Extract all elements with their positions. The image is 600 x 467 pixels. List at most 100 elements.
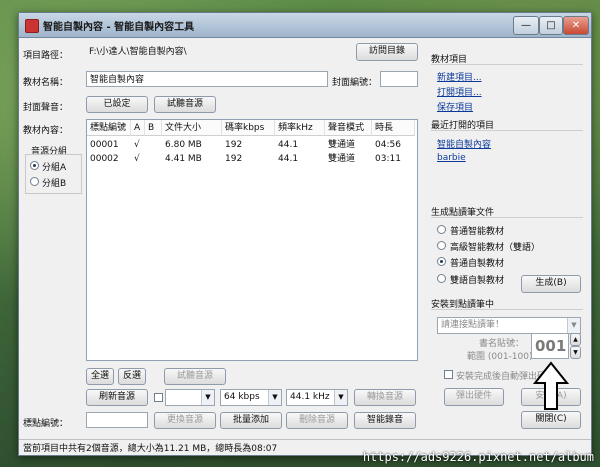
cell-b <box>145 138 148 152</box>
open-project-link[interactable]: 打開項目... <box>437 85 482 98</box>
cell-sound-mode: 雙通道 <box>328 154 356 164</box>
spin-down-icon[interactable]: ▼ <box>570 346 581 359</box>
cell-file-size: 4.41 MB <box>165 154 202 164</box>
cell-file-size: 6.80 MB <box>165 140 202 150</box>
cell-duration: 04:56 <box>375 140 401 150</box>
col-header-frequency[interactable]: 頻率kHz <box>275 120 325 136</box>
cell-sound-mode: 雙通道 <box>328 140 356 150</box>
close-dialog-button[interactable]: 關閉(C) <box>521 411 581 429</box>
material-name-label: 教材名稱： <box>23 78 69 88</box>
title-bar: 智能自製內容 - 智能自製內容工具 — □ ✕ <box>19 13 591 38</box>
invert-selection-button[interactable]: 反選 <box>118 368 146 385</box>
cell-frequency: 44.1 <box>278 154 299 164</box>
convert-checkbox[interactable] <box>154 393 163 402</box>
refresh-source-button[interactable]: 刷新音源 <box>86 389 148 406</box>
path-label: 項目路徑： <box>23 51 69 61</box>
select-all-button[interactable]: 全選 <box>86 368 114 385</box>
col-header-bitrate[interactable]: 碼率kbps <box>222 120 275 136</box>
option-label: 普通自製教材 <box>450 259 505 269</box>
recent-project-item[interactable]: barbie <box>437 153 466 163</box>
maximize-button[interactable]: □ <box>539 16 563 35</box>
table-row[interactable]: 00001 √ 6.80 MB 192 44.1 雙通道 04:56 <box>87 138 415 152</box>
cell-a: √ <box>134 140 140 150</box>
content-label: 教材內容： <box>23 126 69 136</box>
option-label: 普通智能教材 <box>450 227 505 237</box>
format-select[interactable]: ▼ <box>165 389 215 406</box>
frequency-value: 44.1 kHz <box>290 392 330 402</box>
divider <box>431 130 583 131</box>
table-row[interactable]: 00002 √ 4.41 MB 192 44.1 雙通道 03:11 <box>87 152 415 166</box>
option-label: 雙語自製教材 <box>450 276 505 286</box>
cover-sound-test-button[interactable]: 試聽音源 <box>154 96 216 113</box>
cover-number-label: 封面編號： <box>332 78 378 88</box>
window-title: 智能自製內容 - 智能自製內容工具 <box>43 22 195 33</box>
delete-source-button[interactable]: 刪除音源 <box>286 412 348 429</box>
divider <box>431 309 583 310</box>
eject-hardware-button[interactable]: 彈出硬件 <box>444 388 504 406</box>
material-name-input[interactable]: 智能自製內容 <box>86 71 328 87</box>
cell-point-no: 00001 <box>90 140 119 150</box>
cell-bitrate: 192 <box>225 154 243 164</box>
col-header-duration[interactable]: 時長 <box>372 120 415 136</box>
cell-a: √ <box>134 154 140 164</box>
divider <box>431 217 583 218</box>
group-a-radio[interactable] <box>30 161 39 170</box>
spin-up-icon[interactable]: ▲ <box>570 333 581 346</box>
status-text: 當前項目中共有2個音源，總大小為11.21 MB，總時長為08:07 <box>23 444 278 454</box>
col-header-b[interactable]: B <box>145 120 162 136</box>
option-label: 高級智能教材（雙語） <box>450 243 541 253</box>
recent-project-item[interactable]: 智能自製內容 <box>437 137 491 150</box>
app-icon <box>25 19 39 33</box>
cover-sound-set-button[interactable]: 已設定 <box>86 96 148 113</box>
smart-record-button[interactable]: 智能錄音 <box>354 412 416 429</box>
chevron-down-icon: ▼ <box>268 390 281 405</box>
close-button[interactable]: ✕ <box>563 16 589 35</box>
change-source-button[interactable]: 更換音源 <box>154 412 216 429</box>
source-table: 標點編號 A B 文件大小 碼率kbps 頻率kHz 聲音模式 時長 00001… <box>86 119 418 361</box>
group-a-label: 分組A <box>42 163 67 173</box>
chevron-down-icon: ▼ <box>567 318 580 333</box>
book-number-label: 書名貼號： <box>479 339 525 349</box>
col-header-sound-mode[interactable]: 聲音模式 <box>325 120 372 136</box>
col-header-point-no[interactable]: 標點編號 <box>87 120 131 136</box>
cell-bitrate: 192 <box>225 140 243 150</box>
minimize-button[interactable]: — <box>513 16 539 35</box>
option-radio[interactable] <box>437 257 446 266</box>
bitrate-select[interactable]: 64 kbps ▼ <box>220 389 282 406</box>
batch-add-button[interactable]: 批量添加 <box>220 412 282 429</box>
auto-eject-checkbox[interactable] <box>444 370 453 379</box>
main-window: 智能自製內容 - 智能自製內容工具 — □ ✕ 項目路徑： F:\小達人\智能自… <box>18 12 592 456</box>
test-sound-button[interactable]: 試聽音源 <box>164 368 226 385</box>
pen-select-placeholder: 請連接點讀筆！ <box>441 320 505 330</box>
cover-sound-label: 封面聲音： <box>23 103 69 113</box>
point-number-label: 標點編號： <box>23 419 69 429</box>
generate-button[interactable]: 生成(B) <box>521 275 581 293</box>
watermark-text: https://ads9226.pixnet.net/album <box>362 450 594 464</box>
save-project-link[interactable]: 保存項目 <box>437 100 473 113</box>
arrow-annotation-icon <box>533 361 569 410</box>
chevron-down-icon: ▼ <box>201 390 214 405</box>
group-b-radio[interactable] <box>30 177 39 186</box>
col-header-a[interactable]: A <box>131 120 145 136</box>
cell-duration: 03:11 <box>375 154 401 164</box>
divider <box>431 64 583 65</box>
range-label: 範圍 (001-100) <box>467 352 533 362</box>
group-b-label: 分組B <box>42 179 67 189</box>
chevron-down-icon: ▼ <box>334 390 347 405</box>
option-radio[interactable] <box>437 274 446 283</box>
frequency-select[interactable]: 44.1 kHz ▼ <box>286 389 348 406</box>
pen-select[interactable]: 請連接點讀筆！ ▼ <box>437 317 581 334</box>
col-header-file-size[interactable]: 文件大小 <box>162 120 222 136</box>
new-project-link[interactable]: 新建項目... <box>437 70 482 83</box>
option-radio[interactable] <box>437 241 446 250</box>
point-number-input[interactable] <box>86 412 148 428</box>
cell-point-no: 00002 <box>90 154 119 164</box>
convert-source-button[interactable]: 轉換音源 <box>354 389 416 406</box>
browse-directory-button[interactable]: 訪問目錄 <box>356 43 418 61</box>
bitrate-value: 64 kbps <box>224 392 260 402</box>
path-value: F:\小達人\智能自製內容\ <box>89 47 187 57</box>
cover-number-input[interactable] <box>380 71 418 87</box>
option-radio[interactable] <box>437 225 446 234</box>
book-number-input[interactable]: 001 <box>531 333 569 359</box>
cell-b <box>145 152 148 166</box>
